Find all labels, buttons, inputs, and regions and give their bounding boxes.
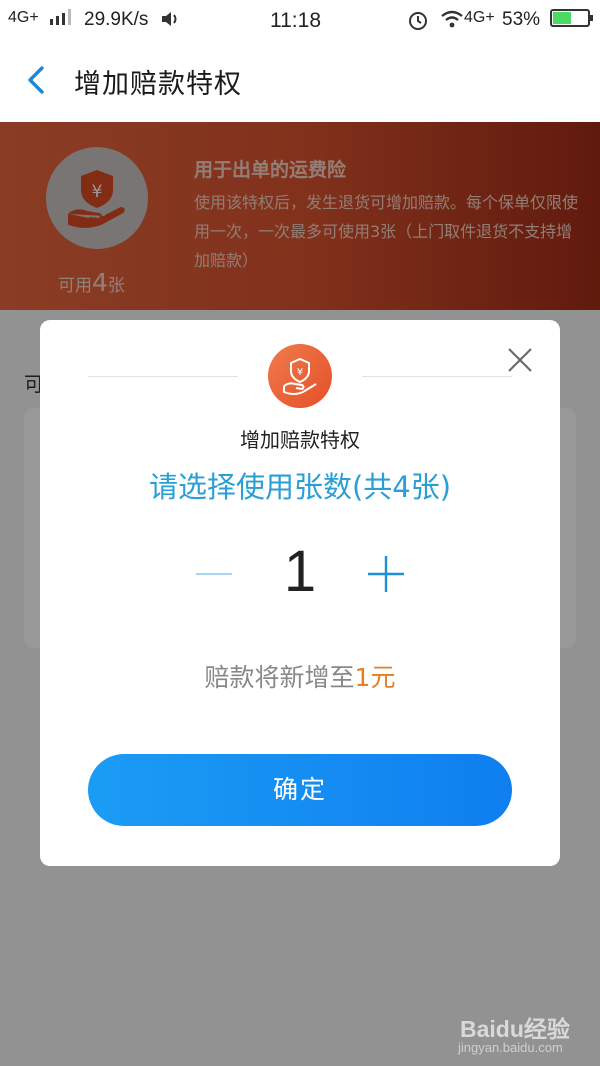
battery-percent: 53%: [502, 9, 541, 30]
wifi-icon: [441, 10, 463, 28]
payout-amount: 1元: [354, 663, 396, 692]
speaker-icon: [162, 12, 177, 26]
nav-bar: 增加赔款特权: [0, 40, 600, 122]
status-bar: 4G+ 29.9K/s 11:18 4G+ 53%: [0, 0, 600, 40]
back-button[interactable]: [22, 62, 58, 98]
svg-text:¥: ¥: [297, 367, 303, 378]
watermark-url: jingyan.baidu.com: [458, 1040, 563, 1055]
quantity-value: 1: [283, 539, 317, 604]
dialog-subtitle: 增加赔款特权: [240, 428, 360, 452]
confirm-button[interactable]: 确定: [88, 754, 512, 826]
divider-left: [88, 376, 238, 377]
alarm-icon: [409, 12, 427, 30]
quantity-dialog: ¥ 增加赔款特权 请选择使用张数(共4张) 1 赔款将新增至1元 确定: [40, 320, 560, 866]
signal-icon: [50, 9, 71, 25]
privilege-badge: ¥: [268, 344, 332, 408]
network-speed: 29.9K/s: [84, 9, 149, 30]
network-type: 4G+: [8, 9, 39, 26]
screen: 4G+ 29.9K/s 11:18 4G+ 53% 增加赔款特权 ¥ 可用4张 …: [0, 0, 600, 1066]
decrement-button[interactable]: [194, 554, 234, 594]
dialog-heading: 请选择使用张数(共4张): [148, 470, 452, 504]
yuan-shield-hand-icon: ¥: [283, 357, 317, 395]
close-icon[interactable]: [504, 344, 536, 376]
clock: 11:18: [270, 9, 321, 32]
page-title: 增加赔款特权: [74, 69, 242, 100]
baidu-watermark: Baidu经验 jingyan.baidu.com: [458, 1000, 588, 1056]
battery-icon: [550, 9, 593, 27]
divider-right: [362, 376, 512, 377]
network-type-2: 4G+: [464, 9, 495, 26]
watermark-logo: Baidu经验: [460, 1016, 570, 1042]
payout-text: 赔款将新增至1元: [204, 663, 396, 692]
increment-button[interactable]: [366, 554, 406, 594]
